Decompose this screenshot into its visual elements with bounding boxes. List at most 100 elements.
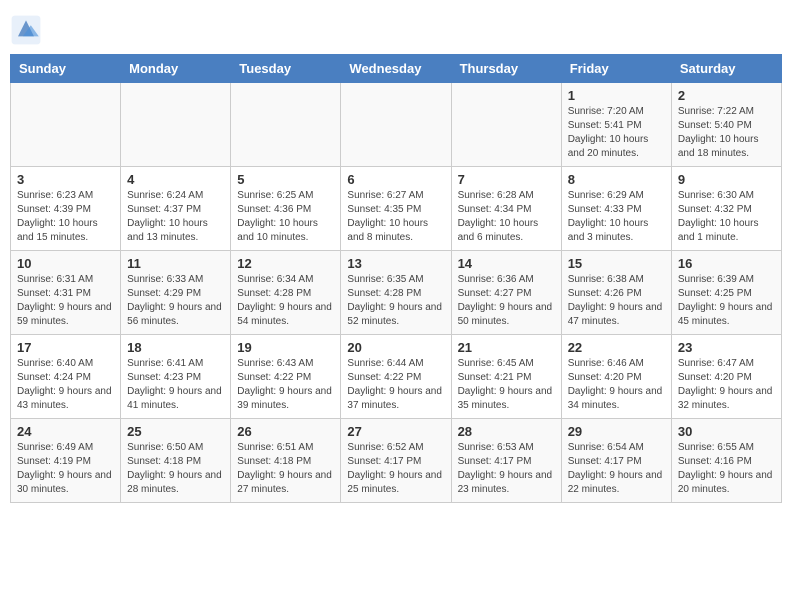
calendar-cell: 22 Sunrise: 6:46 AM Sunset: 4:20 PM Dayli… [561,335,671,419]
day-number: 15 [568,256,665,271]
day-detail: Sunrise: 6:55 AM Sunset: 4:16 PM Dayligh… [678,441,775,497]
calendar-cell: 25 Sunrise: 6:50 AM Sunset: 4:18 PM Dayli… [121,419,231,503]
day-number: 4 [127,172,224,187]
calendar-cell: 26Sunrise: 6:51 AM Sunset: 4:18 PM Dayli… [231,419,341,503]
day-detail: Sunrise: 6:24 AM Sunset: 4:37 PM Dayligh… [127,189,224,245]
calendar-cell: 3Sunrise: 6:23 AM Sunset: 4:39 PM Daylig… [11,167,121,251]
calendar-cell [11,83,121,167]
day-number: 20 [347,340,444,355]
page-header [10,10,782,46]
day-number: 8 [568,172,665,187]
day-detail: Sunrise: 6:45 AM Sunset: 4:21 PM Dayligh… [458,357,555,413]
header-sunday: Sunday [11,55,121,83]
header-tuesday: Tuesday [231,55,341,83]
day-detail: Sunrise: 6:41 AM Sunset: 4:23 PM Dayligh… [127,357,224,413]
calendar-cell: 24 Sunrise: 6:49 AM Sunset: 4:19 PM Dayli… [11,419,121,503]
day-detail: Sunrise: 6:52 AM Sunset: 4:17 PM Dayligh… [347,441,444,497]
day-number: 16 [678,256,775,271]
calendar-cell: 17 Sunrise: 6:40 AM Sunset: 4:24 PM Dayli… [11,335,121,419]
day-number: 9 [678,172,775,187]
calendar-cell [341,83,451,167]
day-number: 1 [568,88,665,103]
calendar-cell: 8 Sunrise: 6:29 AM Sunset: 4:33 PM Daylig… [561,167,671,251]
day-number: 13 [347,256,444,271]
day-number: 10 [17,256,114,271]
day-number: 21 [458,340,555,355]
day-detail: Sunrise: 6:29 AM Sunset: 4:33 PM Dayligh… [568,189,665,245]
calendar-cell: 6 Sunrise: 6:27 AM Sunset: 4:35 PM Daylig… [341,167,451,251]
calendar-header-row: SundayMondayTuesdayWednesdayThursdayFrid… [11,55,782,83]
day-number: 29 [568,424,665,439]
calendar-body: 1Sunrise: 7:20 AM Sunset: 5:41 PM Daylig… [11,83,782,503]
day-number: 25 [127,424,224,439]
day-number: 5 [237,172,334,187]
day-detail: Sunrise: 6:38 AM Sunset: 4:26 PM Dayligh… [568,273,665,329]
day-detail: Sunrise: 6:23 AM Sunset: 4:39 PM Dayligh… [17,189,114,245]
calendar-cell: 13 Sunrise: 6:35 AM Sunset: 4:28 PM Dayli… [341,251,451,335]
day-detail: Sunrise: 6:53 AM Sunset: 4:17 PM Dayligh… [458,441,555,497]
logo [10,14,46,46]
day-number: 2 [678,88,775,103]
calendar-cell: 18Sunrise: 6:41 AM Sunset: 4:23 PM Dayli… [121,335,231,419]
day-number: 26 [237,424,334,439]
day-detail: Sunrise: 6:39 AM Sunset: 4:25 PM Dayligh… [678,273,775,329]
day-number: 14 [458,256,555,271]
calendar-cell: 9 Sunrise: 6:30 AM Sunset: 4:32 PM Daylig… [671,167,781,251]
calendar-cell: 12Sunrise: 6:34 AM Sunset: 4:28 PM Dayli… [231,251,341,335]
day-detail: Sunrise: 6:36 AM Sunset: 4:27 PM Dayligh… [458,273,555,329]
calendar-cell: 1Sunrise: 7:20 AM Sunset: 5:41 PM Daylig… [561,83,671,167]
day-detail: Sunrise: 6:35 AM Sunset: 4:28 PM Dayligh… [347,273,444,329]
day-number: 11 [127,256,224,271]
day-number: 12 [237,256,334,271]
calendar-cell: 14 Sunrise: 6:36 AM Sunset: 4:27 PM Dayli… [451,251,561,335]
calendar-cell: 21 Sunrise: 6:45 AM Sunset: 4:21 PM Dayli… [451,335,561,419]
calendar-cell: 28 Sunrise: 6:53 AM Sunset: 4:17 PM Dayli… [451,419,561,503]
day-detail: Sunrise: 6:31 AM Sunset: 4:31 PM Dayligh… [17,273,114,329]
header-friday: Friday [561,55,671,83]
calendar-week-4: 17 Sunrise: 6:40 AM Sunset: 4:24 PM Dayli… [11,335,782,419]
header-wednesday: Wednesday [341,55,451,83]
day-detail: Sunrise: 6:25 AM Sunset: 4:36 PM Dayligh… [237,189,334,245]
day-number: 28 [458,424,555,439]
calendar-cell [231,83,341,167]
day-number: 19 [237,340,334,355]
day-detail: Sunrise: 6:46 AM Sunset: 4:20 PM Dayligh… [568,357,665,413]
calendar-cell: 10 Sunrise: 6:31 AM Sunset: 4:31 PM Dayli… [11,251,121,335]
calendar-week-3: 10 Sunrise: 6:31 AM Sunset: 4:31 PM Dayli… [11,251,782,335]
logo-icon [10,14,42,46]
calendar-cell: 5 Sunrise: 6:25 AM Sunset: 4:36 PM Daylig… [231,167,341,251]
day-detail: Sunrise: 6:44 AM Sunset: 4:22 PM Dayligh… [347,357,444,413]
day-detail: Sunrise: 6:54 AM Sunset: 4:17 PM Dayligh… [568,441,665,497]
day-detail: Sunrise: 6:43 AM Sunset: 4:22 PM Dayligh… [237,357,334,413]
day-detail: Sunrise: 6:49 AM Sunset: 4:19 PM Dayligh… [17,441,114,497]
header-monday: Monday [121,55,231,83]
day-number: 6 [347,172,444,187]
calendar-cell: 20 Sunrise: 6:44 AM Sunset: 4:22 PM Dayli… [341,335,451,419]
day-number: 23 [678,340,775,355]
day-number: 22 [568,340,665,355]
day-detail: Sunrise: 7:22 AM Sunset: 5:40 PM Dayligh… [678,105,775,161]
calendar-cell: 7Sunrise: 6:28 AM Sunset: 4:34 PM Daylig… [451,167,561,251]
header-thursday: Thursday [451,55,561,83]
day-detail: Sunrise: 6:27 AM Sunset: 4:35 PM Dayligh… [347,189,444,245]
day-number: 27 [347,424,444,439]
calendar-week-2: 3Sunrise: 6:23 AM Sunset: 4:39 PM Daylig… [11,167,782,251]
calendar-table: SundayMondayTuesdayWednesdayThursdayFrid… [10,54,782,503]
day-detail: Sunrise: 6:40 AM Sunset: 4:24 PM Dayligh… [17,357,114,413]
day-number: 30 [678,424,775,439]
calendar-cell: 15 Sunrise: 6:38 AM Sunset: 4:26 PM Dayli… [561,251,671,335]
day-number: 7 [458,172,555,187]
header-saturday: Saturday [671,55,781,83]
day-number: 17 [17,340,114,355]
day-detail: Sunrise: 6:50 AM Sunset: 4:18 PM Dayligh… [127,441,224,497]
calendar-cell: 27 Sunrise: 6:52 AM Sunset: 4:17 PM Dayli… [341,419,451,503]
calendar-cell: 2 Sunrise: 7:22 AM Sunset: 5:40 PM Daylig… [671,83,781,167]
calendar-week-5: 24 Sunrise: 6:49 AM Sunset: 4:19 PM Dayli… [11,419,782,503]
calendar-cell: 23 Sunrise: 6:47 AM Sunset: 4:20 PM Dayli… [671,335,781,419]
calendar-cell [121,83,231,167]
calendar-cell: 4 Sunrise: 6:24 AM Sunset: 4:37 PM Daylig… [121,167,231,251]
day-detail: Sunrise: 6:30 AM Sunset: 4:32 PM Dayligh… [678,189,775,245]
day-detail: Sunrise: 6:47 AM Sunset: 4:20 PM Dayligh… [678,357,775,413]
calendar-cell: 29 Sunrise: 6:54 AM Sunset: 4:17 PM Dayli… [561,419,671,503]
day-number: 24 [17,424,114,439]
